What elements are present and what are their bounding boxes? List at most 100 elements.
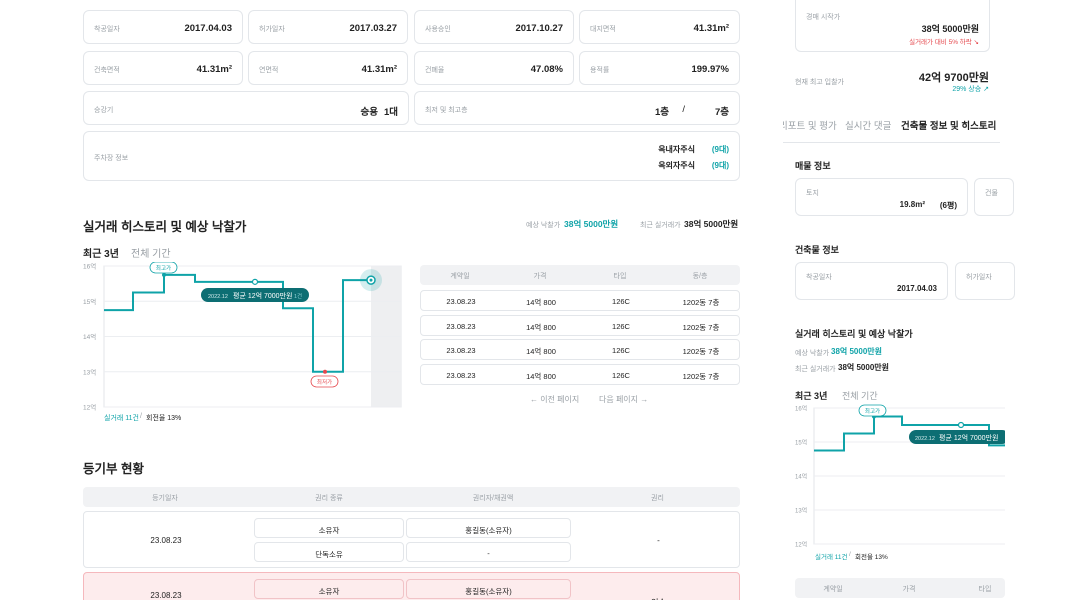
far-value: 199.97% [691, 64, 729, 75]
turnover-rate: 회전율 13% [146, 415, 182, 422]
summary-sep: / [140, 413, 142, 420]
info-card-permit-date: 허가일자 2017.03.27 [248, 10, 408, 44]
expected-price-label: 예상 낙찰가 [526, 222, 561, 229]
trade-header-price: 가격 [533, 273, 547, 280]
side-expected-label: 예상 낙찰가 [795, 350, 830, 357]
recent-price-label: 최근 실거래가 [640, 222, 681, 229]
side-price-chart: 16억 15억 14억 13억 12억 최고가 2022.12 평균 12억 7000만원 [795, 405, 1005, 549]
table-row[interactable]: 23.08.23 14억 800 126C 1202동 7층 [420, 290, 740, 311]
chart-active-dot [369, 278, 373, 282]
table-row[interactable]: 23.08.23 14억 800 126C 1202동 7층 [420, 314, 740, 336]
side-summary-sep: / [849, 551, 851, 558]
registry-header-holder: 권리자/채권액 [472, 495, 514, 502]
trade-cell-date: 23.08.23 [446, 321, 476, 331]
chart-min-badge-label: 최저가 [317, 378, 332, 386]
side-tab-recent-3y[interactable]: 최근 3년 [795, 389, 827, 402]
chart-y-tick: 12억 [83, 404, 96, 412]
chart-y-tick: 16억 [795, 405, 807, 413]
table-row[interactable]: 23.08.23 14억 800 126C 1202동 7층 [420, 339, 740, 360]
start-date-value: 2017.04.03 [896, 284, 937, 293]
floors-high: 7층 [714, 107, 729, 118]
next-page-label: 다음 페이지 [599, 395, 639, 404]
chart-y-tick: 12억 [795, 541, 807, 549]
land-pyeong: (6평) [939, 201, 957, 210]
approval-date-value: 2017.04.03 [184, 23, 232, 34]
registry-row: 23.08.23 소유자 홍길동(소유자) 단독소유 - - [83, 511, 740, 568]
side-tab-bar: 리포트 및 평가 실시간 댓글 건축물 정보 및 히스토리 [783, 118, 1000, 140]
trade-header-floor: 동/층 [692, 273, 708, 280]
prev-page-button[interactable]: ← 이전 페이지 [530, 394, 579, 405]
land-card: 토지 19.8m² (6평) [795, 178, 968, 216]
building-area-value: 41.31m² [196, 64, 232, 75]
registry-row-date: 23.08.23 [150, 536, 182, 545]
permit-date-label: 허가일자 [259, 26, 285, 33]
start-date-card: 착공일자 2017.04.03 [795, 262, 948, 300]
registry-title: 등기부 현황 [83, 462, 144, 476]
top-bid-note: 29% 상승 ↗ [952, 86, 989, 93]
side-recent-value: 38억 5000만원 [838, 363, 889, 372]
trade-table-header: 계약일 가격 타입 동/층 [420, 265, 740, 285]
floors-sep: / [682, 104, 685, 115]
trade-cell-floor: 1202동 7층 [682, 347, 720, 356]
side-header-date: 계약일 [823, 586, 843, 593]
registry-header-type: 권리 종류 [315, 495, 343, 502]
land-area-value: 41.31m² [693, 23, 729, 34]
info-card-floors: 최저 및 최고층 1층 / 7층 [414, 91, 740, 125]
tab-all-period[interactable]: 전체 기간 [131, 245, 171, 260]
side-history-title: 실거래 히스토리 및 예상 낙찰가 [795, 329, 913, 339]
trade-cell-date: 23.08.23 [446, 370, 476, 380]
parking-outdoor-label: 옥외자주식 [658, 161, 695, 170]
side-header-type: 타입 [978, 586, 992, 593]
auction-start-value: 38억 5000만원 [921, 24, 979, 34]
tab-recent-3y[interactable]: 최근 3년 [83, 245, 119, 260]
chart-hover-point [251, 278, 259, 285]
registry-header-right: 권리 [651, 495, 664, 502]
chart-max-badge-label: 최고가 [865, 407, 880, 415]
registry-row-right: - [657, 536, 660, 545]
parking-outdoor-count: (9대) [711, 161, 729, 170]
use-approval-label: 사용승인 [425, 26, 451, 33]
chart-max-point [162, 272, 166, 277]
top-bid-value: 42억 9700만원 [918, 72, 989, 84]
tab-building-history[interactable]: 건축물 정보 및 히스토리 [901, 118, 996, 132]
chart-tooltip-text: 평균 12억 7000만원 [939, 433, 998, 442]
side-turnover-rate: 회전율 13% [855, 554, 888, 561]
side-tab-divider [783, 142, 1000, 143]
trade-cell-type: 126C [612, 346, 630, 355]
approval-date-label: 착공일자 [94, 26, 120, 33]
chart-hover-point [957, 421, 965, 429]
next-page-button[interactable]: 다음 페이지 → [599, 394, 648, 405]
parking-indoor-label: 옥내자주식 [658, 145, 695, 154]
info-card-approval-date: 착공일자 2017.04.03 [83, 10, 243, 44]
tab-comments[interactable]: 실시간 댓글 [845, 118, 891, 132]
side-tab-all-period[interactable]: 전체 기간 [842, 389, 878, 402]
info-card-parking: 주차장 정보 옥내자주식 (9대) 옥외자주식 (9대) [83, 131, 740, 181]
registry-header-date: 등기일자 [152, 495, 178, 502]
chart-max-badge-label: 최고가 [156, 264, 171, 272]
registry-holder-pill: 홍길동(소유자) [406, 518, 571, 538]
building-card: 건물 [974, 178, 1014, 216]
trade-cell-date: 23.08.23 [446, 297, 476, 306]
registry-type-pill: 단독소유 [254, 542, 404, 562]
trade-cell-floor: 1202동 7층 [682, 322, 720, 332]
far-label: 용적률 [590, 67, 610, 74]
registry-table-header: 등기일자 권리 종류 권리자/채권액 권리 [83, 487, 740, 507]
coverage-label: 건폐율 [425, 67, 445, 74]
info-card-far: 용적률 199.97% [579, 51, 740, 85]
table-row[interactable]: 23.08.23 14억 800 126C 1202동 7층 [420, 363, 740, 385]
chart-y-tick: 15억 [83, 298, 96, 306]
registry-type-pill: 소유자 [254, 579, 404, 599]
use-approval-value: 2017.10.27 [515, 23, 563, 34]
parking-label: 주차장 정보 [94, 155, 129, 162]
chart-y-tick: 14억 [83, 333, 96, 341]
trade-count: 실거래 11건 [104, 415, 139, 422]
side-expected-value: 38억 5000만원 [831, 347, 882, 356]
trade-cell-date: 23.08.23 [446, 346, 476, 355]
info-card-building-area: 건축면적 41.31m² [83, 51, 243, 85]
registry-row-date: 23.08.23 [150, 591, 182, 600]
building-info-title: 건축물 정보 [795, 245, 839, 255]
elevator-count: 1대 [383, 107, 398, 118]
tab-report[interactable]: 리포트 및 평가 [783, 118, 837, 132]
total-area-label: 연면적 [259, 67, 279, 74]
trade-cell-price: 14억 800 [526, 298, 556, 307]
